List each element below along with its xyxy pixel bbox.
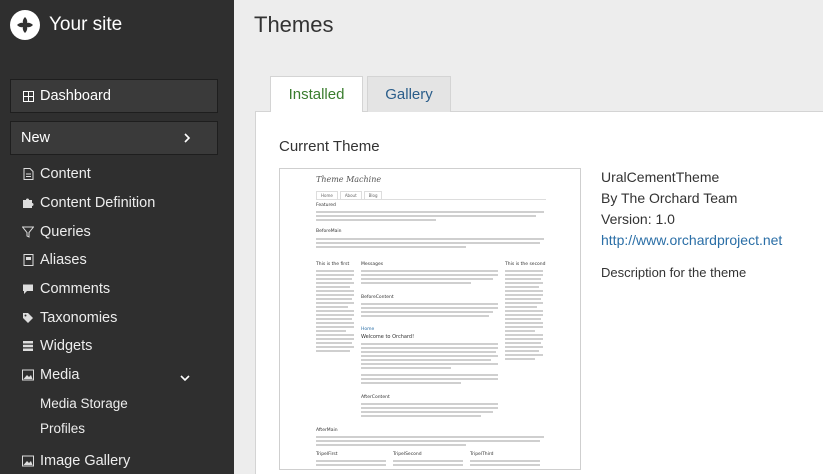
current-theme-heading: Current Theme — [279, 138, 380, 155]
preview-tripel-third: TripelThird — [470, 452, 494, 457]
preview-after-content: AfterContent — [361, 395, 390, 400]
new-label: New — [21, 130, 51, 146]
sidebar-item-dashboard[interactable]: Dashboard — [10, 79, 218, 113]
sidebar-item-label: Queries — [40, 224, 91, 240]
sidebar-item-image-gallery[interactable]: Image Gallery — [22, 450, 130, 472]
preview-before-content: BeforeContent — [361, 295, 394, 300]
content-icon — [22, 168, 34, 180]
tab-gallery[interactable]: Gallery — [367, 76, 451, 112]
sidebar-item-widgets[interactable]: Widgets — [22, 335, 92, 357]
preview-before-main: BeforeMain — [316, 229, 342, 234]
theme-url-link[interactable]: http://www.orchardproject.net — [601, 232, 782, 248]
comments-icon — [22, 283, 34, 295]
sidebar-item-content[interactable]: Content — [22, 163, 91, 185]
brand[interactable]: Your site — [10, 9, 122, 41]
sidebar: Your site Dashboard New Content Content … — [0, 0, 234, 474]
dashboard-label: Dashboard — [40, 88, 111, 104]
preview-tripel-first: TripelFirst — [316, 452, 338, 457]
sidebar-item-label: Aliases — [40, 252, 87, 268]
site-title: Your site — [49, 14, 123, 35]
sidebar-item-aliases[interactable]: Aliases — [22, 249, 87, 271]
sidebar-item-comments[interactable]: Comments — [22, 278, 110, 300]
sidebar-item-taxonomies[interactable]: Taxonomies — [22, 307, 117, 329]
theme-author: By The Orchard Team — [601, 190, 738, 206]
widgets-icon — [22, 340, 34, 352]
preview-welcome: Welcome to Orchard! — [361, 334, 415, 340]
sidebar-item-content-definition[interactable]: Content Definition — [22, 192, 155, 214]
preview-left-column: This is the first — [316, 262, 350, 267]
preview-featured: Featured — [316, 203, 336, 208]
preview-after-main: AfterMain — [316, 428, 338, 433]
orchard-logo-icon — [10, 10, 40, 40]
sidebar-item-queries[interactable]: Queries — [22, 221, 91, 243]
tags-icon — [22, 312, 34, 324]
sidebar-item-label: Content Definition — [40, 195, 156, 211]
sidebar-item-media[interactable]: Media — [22, 364, 192, 386]
filter-icon — [22, 226, 34, 238]
tab-installed[interactable]: Installed — [270, 76, 363, 112]
chevron-right-icon — [183, 131, 191, 147]
sidebar-item-label: Widgets — [40, 338, 93, 354]
theme-description: Description for the theme — [601, 265, 747, 280]
sidebar-item-label: Media — [40, 367, 80, 383]
sidebar-item-label: Content — [40, 166, 91, 182]
preview-divider — [316, 199, 546, 200]
sidebar-item-label: Taxonomies — [40, 310, 118, 326]
image-icon — [22, 369, 34, 381]
preview-tripel-second: TripelSecond — [393, 452, 422, 457]
sidebar-item-label: Image Gallery — [40, 453, 131, 469]
preview-messages: Messages — [361, 262, 384, 267]
chevron-down-icon[interactable] — [180, 370, 190, 386]
preview-site-title: Theme Machine — [316, 175, 382, 184]
page-title: Themes — [254, 12, 334, 37]
image-gallery-icon — [22, 455, 34, 467]
theme-version: Version: 1.0 — [601, 211, 675, 227]
sidebar-subitem-media-storage[interactable]: Media Storage — [40, 396, 128, 411]
theme-name: UralCementTheme — [601, 169, 720, 185]
sidebar-item-new[interactable]: New — [10, 121, 218, 155]
sidebar-subitem-profiles[interactable]: Profiles — [40, 421, 85, 436]
preview-right-column: This is the second — [505, 262, 546, 267]
preview-home-link: Home — [361, 327, 375, 332]
alias-icon — [22, 254, 34, 266]
sidebar-item-label: Comments — [40, 281, 111, 297]
puzzle-icon — [22, 197, 34, 209]
theme-preview-thumbnail[interactable]: Theme Machine Home About Blog Featured B… — [279, 168, 581, 470]
dashboard-icon — [23, 90, 34, 102]
